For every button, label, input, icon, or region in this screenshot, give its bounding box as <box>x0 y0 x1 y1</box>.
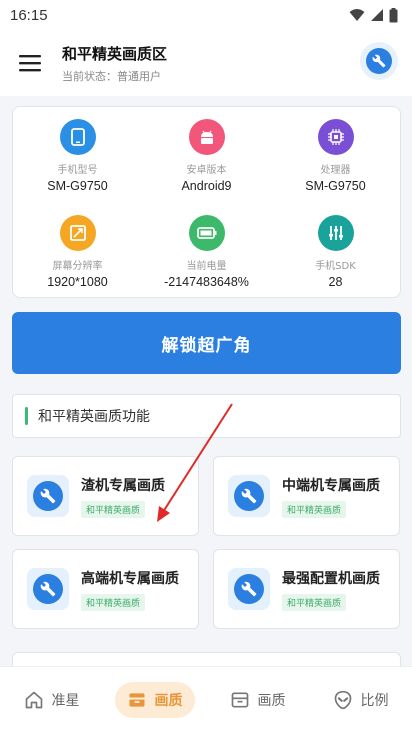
unlock-wide-angle-button[interactable]: 解锁超广角 <box>12 312 401 374</box>
device-info-card: 手机型号 SM-G9750 安卓版本 Android9 处理器 SM-G9750 屏幕分辨率… <box>12 106 401 298</box>
device-info-item: 当前电量 -2147483648% <box>142 203 271 299</box>
nav-item-ratio[interactable]: 比例 <box>321 682 401 718</box>
nav-item-quality-active[interactable]: 画质 <box>114 681 195 718</box>
device-info-value: Android9 <box>181 179 232 193</box>
home-icon <box>25 691 42 708</box>
menu-button[interactable] <box>0 30 60 96</box>
section-header: 和平精英画质功能 <box>12 394 401 438</box>
feature-title: 中端机专属画质 <box>282 477 380 494</box>
box-icon <box>231 692 248 707</box>
section-title: 和平精英画质功能 <box>38 409 150 425</box>
device-info-label: 手机SDK <box>315 261 356 272</box>
android-icon <box>188 119 225 155</box>
wrench-icon <box>372 54 386 68</box>
nav-label: 准星 <box>51 692 80 709</box>
device-info-item: 屏幕分辨率 1920*1080 <box>13 203 142 299</box>
wrench-icon <box>241 488 257 504</box>
device-info-value: SM-G9750 <box>47 179 108 193</box>
feature-tag: 和平精英画质 <box>282 593 347 611</box>
quality-icon <box>129 692 144 707</box>
bottom-nav: 准星 画质 画质 比例 <box>0 666 412 732</box>
feature-tag: 和平精英画质 <box>81 593 146 611</box>
phone-icon <box>59 119 96 155</box>
device-info-value: 1920*1080 <box>47 275 108 289</box>
nav-item-crosshair[interactable]: 准星 <box>12 682 92 718</box>
device-info-value: SM-G9750 <box>305 179 366 193</box>
device-info-label: 处理器 <box>320 165 351 176</box>
section-accent-bar <box>25 407 28 425</box>
app-bar: 和平精英画质区 当前状态：普通用户 <box>0 30 412 96</box>
signal-icon <box>371 9 383 21</box>
settings-button[interactable] <box>360 42 398 80</box>
device-info-item: 手机型号 SM-G9750 <box>13 107 142 203</box>
device-info-item: 安卓版本 Android9 <box>142 107 271 203</box>
feature-title: 高端机专属画质 <box>81 570 179 587</box>
resolution-icon <box>59 215 96 251</box>
feature-tag: 和平精英画质 <box>81 500 146 518</box>
device-info-item: 手机SDK 28 <box>271 203 400 299</box>
device-info-label: 手机型号 <box>57 165 98 176</box>
feature-tag: 和平精英画质 <box>282 500 347 518</box>
wrench-icon <box>40 488 56 504</box>
status-bar: 16:15 <box>0 0 412 30</box>
device-info-item: 处理器 SM-G9750 <box>271 107 400 203</box>
device-info-label: 屏幕分辨率 <box>52 261 103 272</box>
nav-item-quality[interactable]: 画质 <box>218 682 298 718</box>
page-title: 和平精英画质区 <box>62 44 168 63</box>
alien-icon <box>334 690 351 709</box>
battery-icon <box>188 215 225 251</box>
wrench-icon <box>40 581 56 597</box>
device-info-value: 28 <box>328 275 343 289</box>
status-time: 16:15 <box>10 6 48 24</box>
feature-card-top-config[interactable]: 最强配置机画质 和平精英画质 <box>213 549 400 629</box>
status-icons <box>349 7 398 23</box>
nav-label: 比例 <box>360 692 389 709</box>
sliders-icon <box>317 215 354 251</box>
feature-card-high-end[interactable]: 高端机专属画质 和平精英画质 <box>12 549 199 629</box>
feature-title: 渣机专属画质 <box>81 477 165 494</box>
nav-label: 画质 <box>257 692 286 709</box>
user-status: 当前状态：普通用户 <box>62 69 161 83</box>
feature-title: 最强配置机画质 <box>282 570 380 587</box>
nav-label: 画质 <box>154 692 183 709</box>
feature-card-mid-range[interactable]: 中端机专属画质 和平精英画质 <box>213 456 400 536</box>
chip-icon <box>317 119 354 155</box>
device-info-label: 安卓版本 <box>186 165 227 176</box>
battery-status-icon <box>389 7 398 22</box>
device-info-value: -2147483648% <box>164 275 249 289</box>
wrench-icon <box>241 581 257 597</box>
device-info-label: 当前电量 <box>186 261 227 272</box>
hamburger-icon <box>19 55 41 72</box>
feature-card-low-end[interactable]: 渣机专属画质 和平精英画质 <box>12 456 199 536</box>
wifi-icon <box>349 9 365 21</box>
